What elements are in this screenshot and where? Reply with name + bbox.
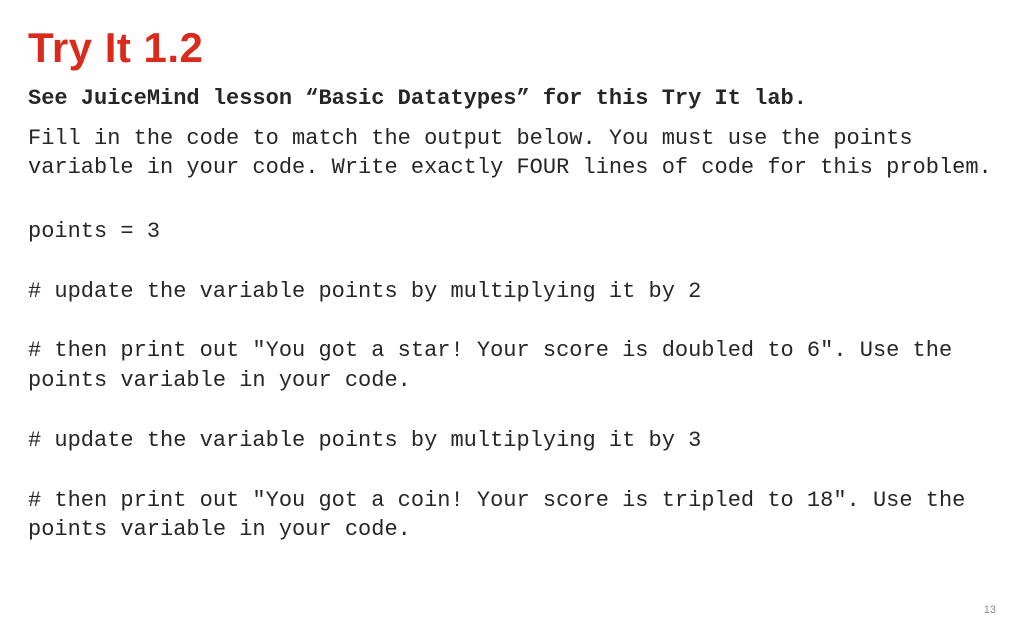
code-line-1: points = 3 xyxy=(28,217,996,247)
code-comment-1: # update the variable points by multiply… xyxy=(28,277,996,307)
subheading: See JuiceMind lesson “Basic Datatypes” f… xyxy=(28,84,996,114)
instructions-body: Fill in the code to match the output bel… xyxy=(28,124,996,183)
code-comment-3: # update the variable points by multiply… xyxy=(28,426,996,456)
slide-title: Try It 1.2 xyxy=(28,24,996,72)
code-comment-4: # then print out "You got a coin! Your s… xyxy=(28,486,996,545)
code-comment-2: # then print out "You got a star! Your s… xyxy=(28,336,996,395)
page-number: 13 xyxy=(984,604,996,616)
slide: Try It 1.2 See JuiceMind lesson “Basic D… xyxy=(0,0,1024,640)
